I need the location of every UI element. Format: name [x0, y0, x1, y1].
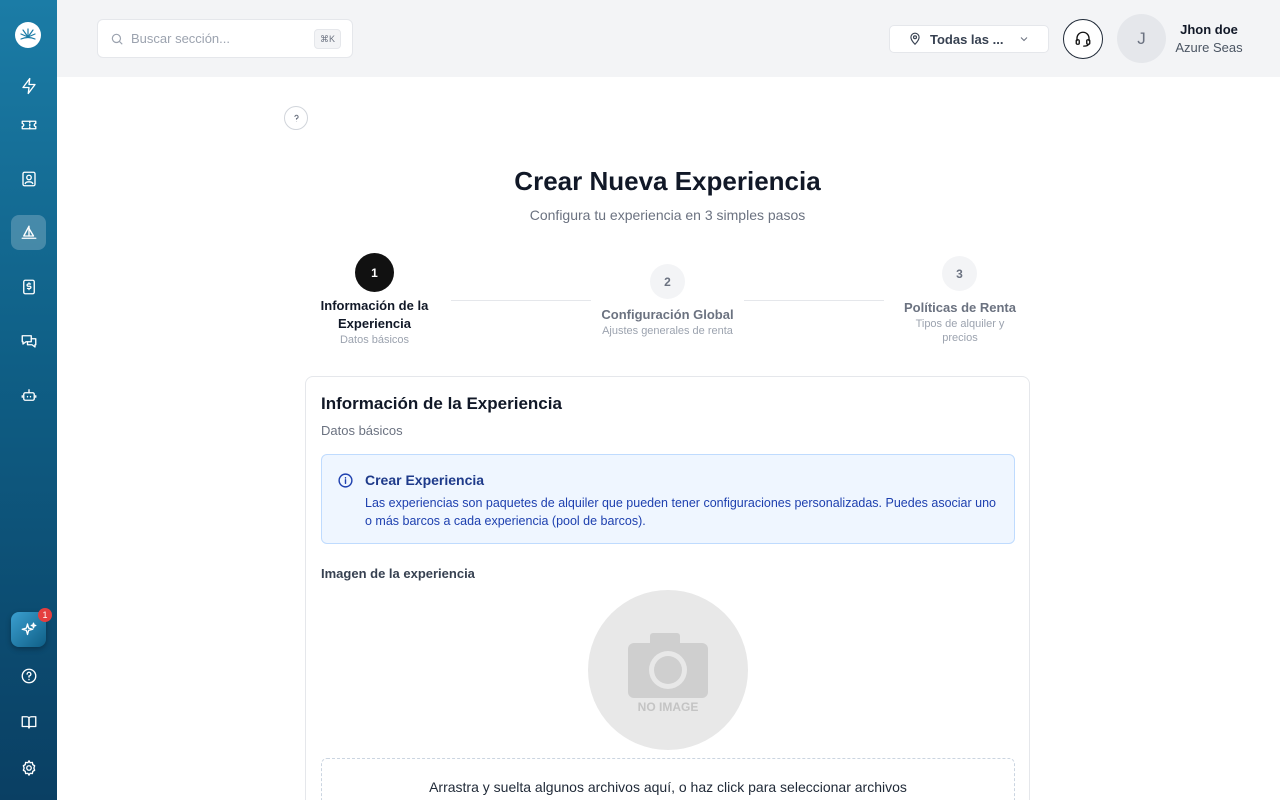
info-alert-text: Las experiencias son paquetes de alquile… [365, 496, 996, 528]
dollar-receipt-icon [22, 279, 35, 294]
map-pin-icon [910, 32, 920, 46]
sidebar: 1 [0, 0, 57, 800]
user-organization: Azure Seas [1175, 40, 1243, 55]
avatar[interactable]: J [1117, 14, 1166, 63]
sidebar-item-dashboard[interactable] [11, 68, 46, 103]
book-icon [21, 715, 36, 729]
no-image-text: NO IMAGE [638, 700, 699, 714]
question-icon [293, 114, 299, 122]
chat-icon [21, 334, 36, 348]
step-1-desc: Datos básicos [339, 334, 410, 346]
sidebar-item-contacts[interactable] [11, 161, 46, 196]
page-help-button[interactable] [284, 106, 308, 130]
card-subtitle: Datos básicos [321, 423, 403, 438]
contact-icon [21, 171, 36, 186]
support-button[interactable] [1063, 19, 1103, 59]
sidebar-item-help[interactable] [11, 658, 46, 693]
sidebar-item-bots[interactable] [11, 377, 46, 412]
sidebar-item-messages[interactable] [11, 323, 46, 358]
step-connector [744, 300, 884, 301]
search-box[interactable]: ⌘K [97, 19, 353, 58]
step-3-desc: Tipos de alquiler y precios [915, 318, 1005, 344]
brand-logo-icon[interactable] [15, 22, 41, 48]
search-input[interactable] [131, 31, 311, 46]
sidebar-item-experiences[interactable] [11, 215, 46, 250]
bot-icon [21, 388, 36, 401]
keyboard-shortcut: ⌘K [313, 29, 341, 49]
ai-assistant-button[interactable]: 1 [11, 608, 52, 647]
location-select[interactable]: Todas las ... [889, 25, 1049, 53]
step-connector [451, 300, 591, 301]
top-bar: ⌘K Todas las ... J Jhon doe Azure Seas [57, 0, 1280, 77]
headset-icon [1075, 31, 1091, 47]
info-alert-title: Crear Experiencia [365, 472, 485, 488]
step-3-circle[interactable]: 3 [942, 256, 977, 291]
ticket-icon [21, 120, 36, 129]
sidebar-item-docs[interactable] [11, 704, 46, 739]
page-subtitle: Configura tu experiencia en 3 simples pa… [529, 207, 806, 223]
image-placeholder[interactable]: NO IMAGE [588, 590, 748, 750]
step-2-label: Configuración Global [601, 307, 734, 322]
sailboat-icon [21, 225, 36, 239]
image-field-label: Imagen de la experiencia [321, 566, 475, 581]
user-name: Jhon doe [1180, 22, 1238, 37]
file-dropzone[interactable]: Arrastra y suelta algunos archivos aquí,… [321, 758, 1015, 800]
card-title: Información de la Experiencia [321, 394, 562, 413]
step-1-label: Información de la Experiencia [320, 298, 429, 331]
sidebar-item-settings[interactable] [11, 750, 46, 785]
step-2-desc: Ajustes generales de renta [602, 325, 733, 337]
camera-icon: NO IMAGE [628, 633, 708, 714]
help-icon [21, 668, 36, 683]
sparkles-icon [21, 622, 36, 635]
step-1-circle[interactable]: 1 [355, 253, 394, 292]
chevron-down-icon [1020, 37, 1028, 42]
step-3-label: Políticas de Renta [904, 300, 1016, 315]
sidebar-item-finance[interactable] [11, 269, 46, 304]
notification-badge: 1 [38, 608, 52, 622]
info-alert: Crear Experiencia Las experiencias son p… [321, 454, 1015, 544]
gear-icon [22, 759, 35, 776]
page-title: Crear Nueva Experiencia [514, 166, 821, 196]
location-select-value: Todas las ... [930, 31, 1004, 47]
bolt-icon [21, 77, 36, 94]
search-icon [111, 33, 123, 45]
sidebar-item-tickets[interactable] [11, 107, 46, 142]
info-icon [338, 473, 353, 488]
step-2-circle[interactable]: 2 [650, 264, 685, 299]
experience-info-card: Información de la Experiencia Datos bási… [305, 376, 1030, 800]
